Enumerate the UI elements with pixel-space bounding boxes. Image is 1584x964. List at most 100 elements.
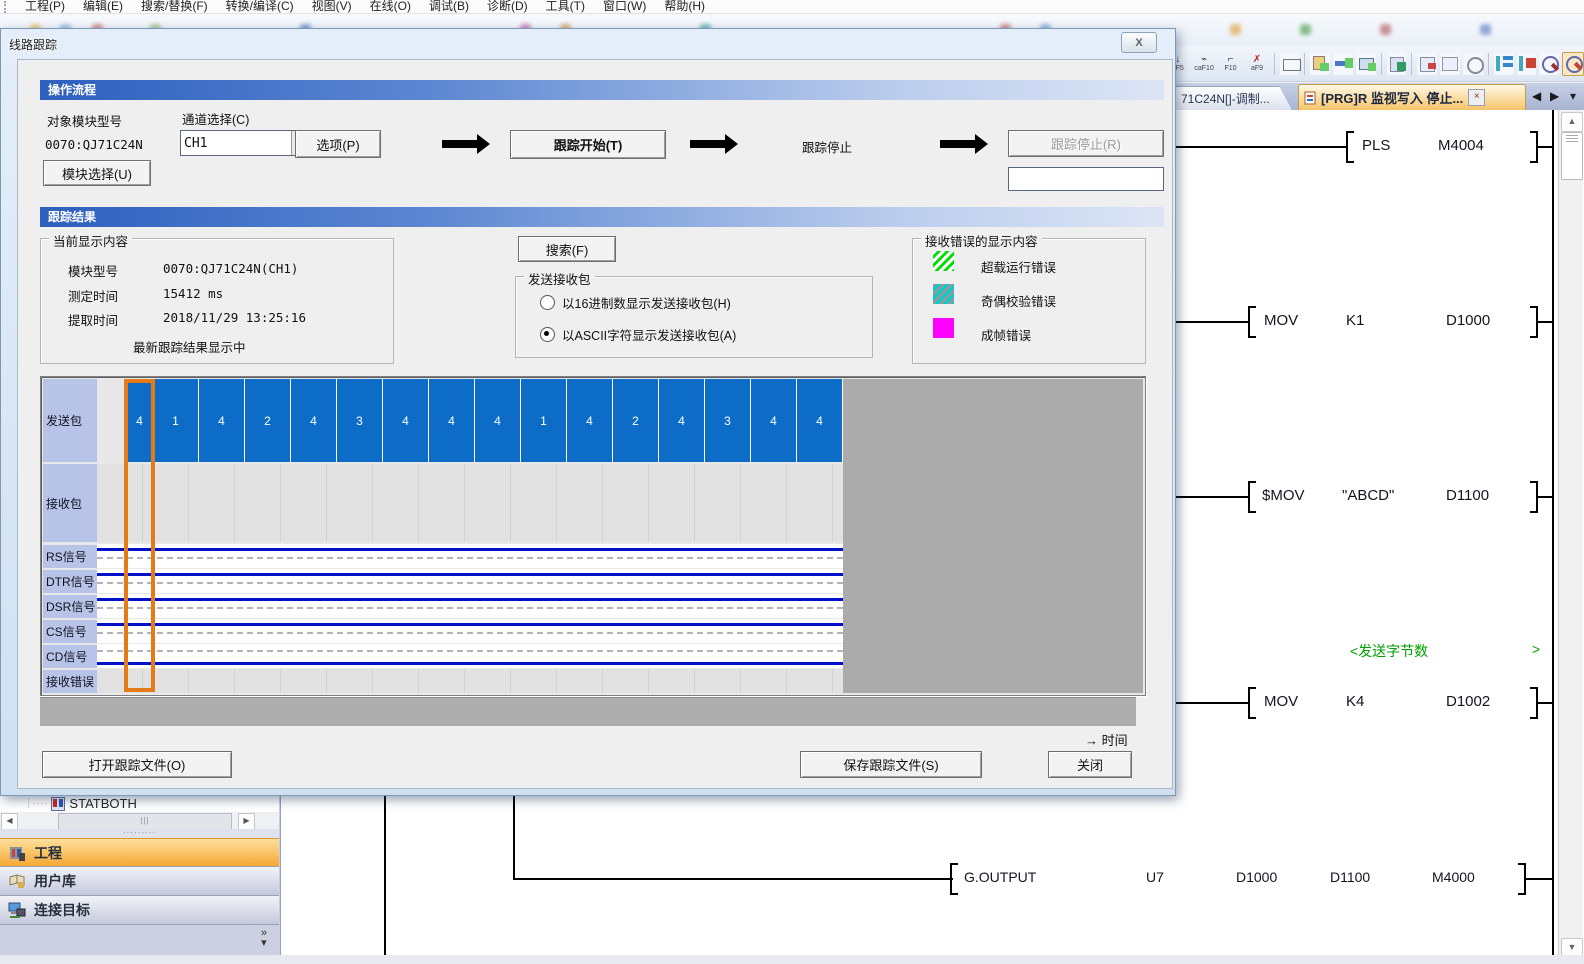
menu-view[interactable]: 视图(V) bbox=[303, 0, 361, 13]
ladder-op[interactable]: $MOV bbox=[1262, 487, 1305, 504]
module-row-label: 模块型号 bbox=[68, 261, 118, 280]
ladder-arg[interactable]: M4000 bbox=[1432, 869, 1475, 885]
toolbar-icon[interactable] bbox=[1494, 53, 1514, 75]
open-trace-file-button[interactable]: 打开跟踪文件(O) bbox=[42, 751, 232, 778]
ladder-arg[interactable]: D1000 bbox=[1446, 312, 1490, 329]
toolbar-icon[interactable] bbox=[1517, 53, 1537, 75]
ladder-arg[interactable]: M4004 bbox=[1438, 137, 1484, 154]
stop-result-field[interactable] bbox=[1008, 167, 1164, 191]
tab-qj71c24n[interactable]: 71C24N[]-调制... bbox=[1174, 86, 1292, 110]
send-cell[interactable]: 4 bbox=[199, 379, 245, 462]
toolbar-icon[interactable]: ✗aF9 bbox=[1245, 50, 1268, 78]
toolbar-icon[interactable] bbox=[1463, 53, 1483, 75]
sidebar-item-project[interactable]: 工程 bbox=[0, 838, 279, 867]
menu-window[interactable]: 窗口(W) bbox=[594, 0, 655, 13]
menu-convert-compile[interactable]: 转换/编译(C) bbox=[217, 0, 303, 13]
ladder-arg[interactable]: U7 bbox=[1146, 869, 1164, 885]
menu-debug[interactable]: 调试(B) bbox=[420, 0, 478, 13]
ladder-op[interactable]: MOV bbox=[1264, 693, 1298, 710]
trace-cursor[interactable] bbox=[124, 379, 155, 692]
menu-search-replace[interactable]: 搜索/替换(F) bbox=[132, 0, 217, 13]
ladder-arg[interactable]: D1000 bbox=[1236, 869, 1277, 885]
tree-item-statboth[interactable]: ┊···· STATBOTH bbox=[0, 795, 279, 812]
send-cell[interactable]: 4 bbox=[429, 379, 475, 462]
send-cell[interactable]: 4 bbox=[475, 379, 521, 462]
toolbar-icon[interactable] bbox=[1356, 53, 1376, 75]
scroll-left-icon[interactable]: ◀ bbox=[1, 813, 18, 830]
scrollbar-thumb[interactable] bbox=[1561, 132, 1583, 180]
tree-horizontal-scrollbar[interactable]: ◀ ||| ▶ bbox=[0, 812, 279, 829]
send-cell[interactable]: 3 bbox=[705, 379, 751, 462]
toolbar-icon[interactable] bbox=[1333, 53, 1353, 75]
toolbar-icon[interactable] bbox=[1387, 53, 1407, 75]
dialog-title-bar[interactable]: 线路跟踪 X bbox=[1, 29, 1175, 59]
menu-edit[interactable]: 编辑(E) bbox=[74, 0, 132, 13]
tab-scroll-right-icon[interactable]: ▶ bbox=[1550, 89, 1559, 103]
send-cell[interactable]: 1 bbox=[153, 379, 199, 462]
send-cell[interactable]: 4 bbox=[797, 379, 843, 462]
menu-project[interactable]: 工程(P) bbox=[16, 0, 74, 13]
send-cell[interactable]: 2 bbox=[613, 379, 659, 462]
vertical-scrollbar[interactable]: ▲ ▼ bbox=[1558, 110, 1583, 964]
toolbar-icon[interactable] bbox=[1562, 52, 1584, 76]
toolbar-icon[interactable] bbox=[1280, 53, 1300, 75]
sidebar-item-connection[interactable]: 连接目标 bbox=[0, 896, 279, 925]
ladder-arg[interactable]: D1002 bbox=[1446, 693, 1490, 710]
send-cell[interactable]: 4 bbox=[567, 379, 613, 462]
trace-grid-scroll-area[interactable] bbox=[40, 697, 1136, 726]
trace-stop-button[interactable]: 跟踪停止(R) bbox=[1008, 130, 1164, 157]
send-cell[interactable]: 4 bbox=[659, 379, 705, 462]
menu-tools[interactable]: 工具(T) bbox=[537, 0, 594, 13]
sidebar-item-user-library[interactable]: 用户库 bbox=[0, 867, 279, 896]
module-select-button[interactable]: 模块选择(U) bbox=[43, 160, 151, 186]
radio-hex-display[interactable]: 以16进制数显示发送接收包(H) bbox=[540, 293, 731, 312]
toolbar-icon[interactable] bbox=[1310, 53, 1330, 75]
send-cell[interactable]: 4 bbox=[751, 379, 797, 462]
toolbar-icon[interactable] bbox=[1440, 53, 1460, 75]
tab-close-icon[interactable]: × bbox=[1468, 89, 1485, 106]
options-button[interactable]: 选项(P) bbox=[295, 130, 381, 158]
channel-select[interactable]: CH1 ▼ bbox=[180, 130, 312, 156]
menu-diagnostics[interactable]: 诊断(D) bbox=[478, 0, 537, 13]
sidebar-more-icon[interactable]: »▾ bbox=[261, 928, 267, 948]
menu-online[interactable]: 在线(O) bbox=[361, 0, 420, 13]
app-window: 工程(P) 编辑(E) 搜索/替换(F) 转换/编译(C) 视图(V) 在线(O… bbox=[0, 0, 1584, 964]
trace-grid[interactable]: 发送包 4 1 4 2 4 3 4 4 4 1 4 2 4 3 bbox=[40, 376, 1146, 696]
radio-ascii-display[interactable]: 以ASCII字符显示发送接收包(A) bbox=[540, 325, 736, 344]
ladder-arg[interactable]: "ABCD" bbox=[1342, 487, 1394, 504]
send-cell[interactable]: 3 bbox=[337, 379, 383, 462]
tab-prg-monitor[interactable]: [PRG]R 监视写入 停止... × bbox=[1298, 84, 1526, 110]
send-cell[interactable]: 4 bbox=[291, 379, 337, 462]
tab-scroll-left-icon[interactable]: ◀ bbox=[1532, 89, 1541, 103]
dialog-close-button[interactable]: 关闭 bbox=[1048, 751, 1132, 778]
toolbar-icon[interactable]: ⌐F10 bbox=[1219, 50, 1242, 78]
ladder-arg[interactable]: D1100 bbox=[1330, 869, 1370, 885]
send-cell[interactable]: 4 bbox=[383, 379, 429, 462]
pane-splitter[interactable]: ········· bbox=[0, 829, 279, 838]
send-cell[interactable]: 1 bbox=[521, 379, 567, 462]
legend-label: 奇偶校验错误 bbox=[981, 291, 1056, 310]
menu-help[interactable]: 帮助(H) bbox=[655, 0, 714, 13]
measure-time-label: 测定时间 bbox=[68, 286, 118, 305]
receive-packet-cells[interactable] bbox=[97, 464, 843, 542]
send-packet-cells[interactable]: 4 1 4 2 4 3 4 4 4 1 4 2 4 3 4 4 bbox=[127, 379, 843, 462]
rs-signal-baseline bbox=[97, 557, 843, 559]
group-caption: 当前显示内容 bbox=[49, 231, 132, 250]
ladder-arg[interactable]: K4 bbox=[1346, 693, 1364, 710]
toolbar-icon[interactable] bbox=[1539, 53, 1559, 75]
ladder-op[interactable]: MOV bbox=[1264, 312, 1298, 329]
save-trace-file-button[interactable]: 保存跟踪文件(S) bbox=[800, 751, 982, 778]
trace-start-button[interactable]: 跟踪开始(T) bbox=[510, 130, 666, 159]
scroll-right-icon[interactable]: ▶ bbox=[238, 813, 255, 830]
toolbar-icon[interactable] bbox=[1417, 53, 1437, 75]
toolbar-icon[interactable]: ⌁caF10 bbox=[1192, 50, 1215, 78]
ladder-op[interactable]: G.OUTPUT bbox=[964, 869, 1036, 885]
ladder-arg[interactable]: K1 bbox=[1346, 312, 1364, 329]
search-button[interactable]: 搜索(F) bbox=[518, 236, 616, 262]
ladder-op[interactable]: PLS bbox=[1362, 137, 1390, 154]
close-icon[interactable]: X bbox=[1121, 32, 1157, 53]
tab-list-icon[interactable]: ▾ bbox=[1570, 89, 1576, 103]
ladder-arg[interactable]: D1100 bbox=[1446, 487, 1489, 504]
scroll-up-icon[interactable]: ▲ bbox=[1561, 112, 1583, 132]
send-cell[interactable]: 2 bbox=[245, 379, 291, 462]
